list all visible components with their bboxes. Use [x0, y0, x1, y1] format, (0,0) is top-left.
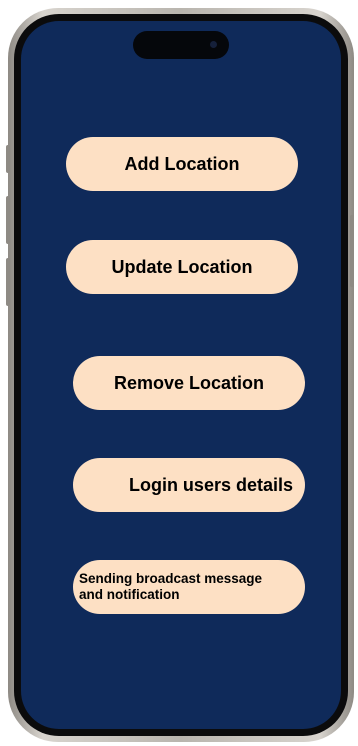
dynamic-island — [133, 31, 229, 59]
add-location-button[interactable]: Add Location — [66, 137, 298, 191]
phone-frame: Add Location Update Location Remove Loca… — [8, 8, 354, 742]
app-screen: Add Location Update Location Remove Loca… — [21, 21, 341, 729]
volume-down-button — [6, 258, 10, 306]
login-users-details-button[interactable]: Login users details — [73, 458, 305, 512]
broadcast-notification-label: Sending broadcast message and notificati… — [79, 571, 263, 602]
front-camera-icon — [210, 41, 217, 48]
update-location-button[interactable]: Update Location — [66, 240, 298, 294]
power-button — [350, 215, 354, 287]
update-location-label: Update Location — [111, 256, 253, 277]
phone-bezel: Add Location Update Location Remove Loca… — [14, 14, 348, 736]
volume-up-button — [6, 196, 10, 244]
login-users-details-label: Login users details — [128, 474, 293, 495]
remove-location-button[interactable]: Remove Location — [73, 356, 305, 410]
add-location-label: Add Location — [124, 153, 240, 174]
action-button — [6, 145, 10, 173]
broadcast-notification-button[interactable]: Sending broadcast message and notificati… — [73, 560, 305, 614]
remove-location-label: Remove Location — [113, 372, 265, 393]
